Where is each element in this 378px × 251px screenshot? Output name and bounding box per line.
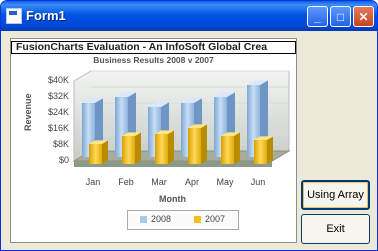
- bar-2007-may: [221, 132, 240, 164]
- legend-label-2007: 2007: [205, 214, 226, 224]
- legend-swatch-2008: [140, 216, 147, 223]
- bar-2007-apr: [188, 124, 207, 164]
- window-title: Form1: [26, 8, 66, 23]
- title-bar[interactable]: Form1 _ □ ✕: [1, 1, 377, 31]
- close-button[interactable]: ✕: [353, 6, 374, 27]
- app-window: Form1 _ □ ✕ FusionCharts Evaluation - An…: [0, 0, 378, 251]
- chart-legend: 2008 2007: [127, 210, 239, 230]
- legend-swatch-2007: [194, 216, 201, 223]
- bar-2007-jan: [89, 140, 108, 164]
- app-icon: [6, 8, 22, 24]
- exit-button[interactable]: Exit: [301, 214, 370, 244]
- bar-2007-mar: [155, 130, 174, 164]
- using-array-button[interactable]: Using Array: [301, 180, 370, 210]
- bar-2007-jun: [254, 136, 273, 164]
- minimize-button[interactable]: _: [307, 6, 328, 27]
- chart-panel: FusionCharts Evaluation - An InfoSoft Gl…: [10, 38, 297, 243]
- maximize-button[interactable]: □: [330, 6, 351, 27]
- bar-2007-feb: [122, 132, 141, 164]
- legend-label-2008: 2008: [151, 214, 172, 224]
